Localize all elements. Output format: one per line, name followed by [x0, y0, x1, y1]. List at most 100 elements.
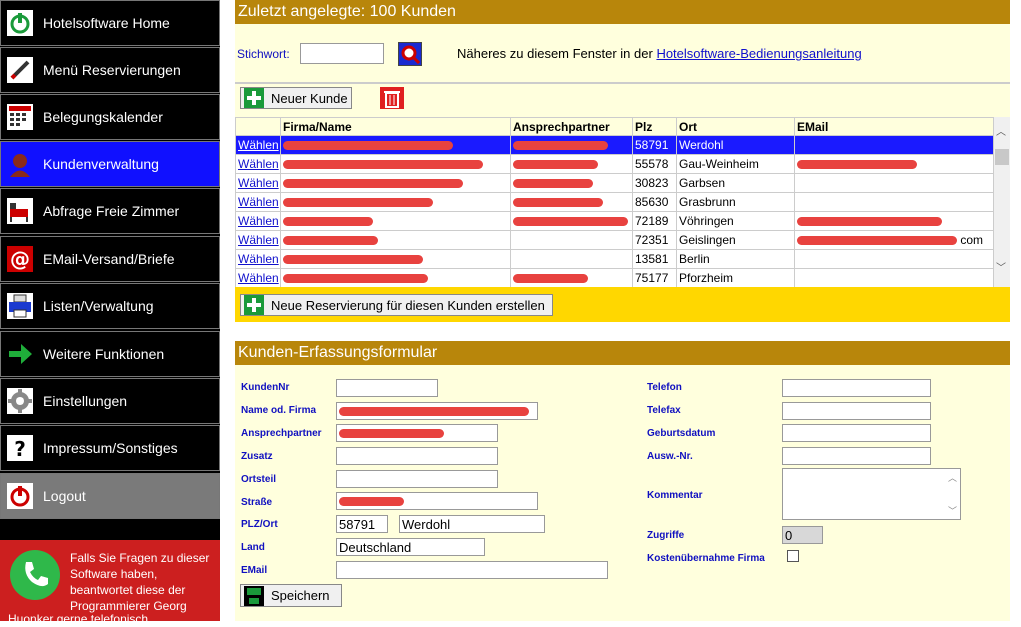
- name-field[interactable]: [336, 402, 538, 420]
- plus-icon: [243, 88, 265, 108]
- email-cell: [794, 249, 994, 269]
- sidebar-item-einstellungen[interactable]: Einstellungen: [0, 378, 220, 424]
- table-header-row: Firma/Name Ansprechpartner Plz Ort EMail: [235, 117, 994, 136]
- scroll-down-icon[interactable]: ﹀: [948, 504, 957, 517]
- table-row[interactable]: Wählen 85630 Grasbrunn: [235, 192, 994, 212]
- email-cell: [794, 173, 994, 193]
- plz-cell: 58791: [632, 135, 677, 155]
- redacted-contact: [510, 192, 633, 212]
- printer-icon: [5, 291, 35, 321]
- help-box: Falls Sie Fragen zu dieser Software habe…: [0, 540, 220, 626]
- sidebar-item-kundenverwaltung[interactable]: Kundenverwaltung: [0, 141, 220, 187]
- select-link[interactable]: Wählen: [238, 271, 279, 285]
- sidebar-item-label: Weitere Funktionen: [43, 346, 165, 362]
- table-row[interactable]: Wählen 30823 Garbsen: [235, 173, 994, 193]
- new-customer-button[interactable]: Neuer Kunde: [240, 87, 352, 109]
- email-cell: [794, 268, 994, 287]
- ort-cell: Garbsen: [676, 173, 795, 193]
- sidebar-item-reservierungen[interactable]: Menü Reservierungen: [0, 47, 220, 93]
- plz-cell: 30823: [632, 173, 677, 193]
- strasse-field[interactable]: [336, 492, 538, 510]
- telefax-label: Telefax: [647, 405, 681, 416]
- select-link[interactable]: Wählen: [238, 176, 279, 190]
- search-label: Stichwort:: [237, 47, 290, 61]
- room-icon: [5, 196, 35, 226]
- zusatz-label: Zusatz: [241, 451, 273, 462]
- select-link[interactable]: Wählen: [238, 195, 279, 209]
- plz-cell: 75177: [632, 268, 677, 287]
- pencil-icon: [5, 55, 35, 85]
- sidebar-item-label: Kundenverwaltung: [43, 156, 159, 172]
- divider: [235, 82, 1010, 84]
- trash-icon: [384, 91, 400, 108]
- sidebar-item-freie-zimmer[interactable]: Abfrage Freie Zimmer: [0, 188, 220, 234]
- kommentar-field[interactable]: ︿ ﹀: [782, 468, 961, 520]
- select-link[interactable]: Wählen: [238, 157, 279, 171]
- table-row[interactable]: Wählen 55578 Gau-Weinheim: [235, 154, 994, 174]
- table-row[interactable]: Wählen 58791 Werdohl: [235, 135, 994, 155]
- ort-cell: Grasbrunn: [676, 192, 795, 212]
- email-field[interactable]: [336, 561, 608, 579]
- scroll-up-icon[interactable]: ︿: [996, 123, 1006, 138]
- column-header: Firma/Name: [280, 117, 511, 136]
- svg-text:@: @: [10, 247, 30, 271]
- sidebar-item-email-versand[interactable]: @ EMail-Versand/Briefe: [0, 236, 220, 282]
- new-customer-label: Neuer Kunde: [271, 90, 348, 106]
- select-link[interactable]: Wählen: [238, 252, 279, 266]
- sidebar-item-listen[interactable]: Listen/Verwaltung: [0, 283, 220, 329]
- scroll-up-icon[interactable]: ︿: [948, 471, 957, 484]
- table-row[interactable]: Wählen 72189 Vöhringen: [235, 211, 994, 231]
- sidebar-item-weitere-funktionen[interactable]: Weitere Funktionen: [0, 331, 220, 377]
- phone-icon: [10, 550, 60, 600]
- kosten-checkbox[interactable]: [787, 550, 799, 562]
- sidebar-item-logout[interactable]: Logout: [0, 473, 220, 519]
- redacted-contact: [510, 154, 633, 174]
- table-row[interactable]: Wählen 75177 Pforzheim: [235, 268, 994, 287]
- ort-field[interactable]: [399, 515, 545, 533]
- ortsteil-field[interactable]: [336, 470, 498, 488]
- ansprechpartner-field[interactable]: [336, 424, 498, 442]
- empty-contact: [510, 230, 633, 250]
- delete-button[interactable]: [380, 87, 404, 109]
- empty-contact: [510, 249, 633, 269]
- manual-link[interactable]: Hotelsoftware-Bedienungsanleitung: [656, 46, 861, 61]
- customers-panel: Stichwort: Näheres zu diesem Fenster in …: [235, 24, 1010, 322]
- sidebar-item-label: Einstellungen: [43, 393, 128, 409]
- sidebar-item-belegungskalender[interactable]: Belegungskalender: [0, 94, 220, 140]
- table-scrollbar[interactable]: ︿ ﹀: [994, 117, 1010, 287]
- scroll-thumb[interactable]: [995, 149, 1009, 165]
- search-icon: [401, 45, 421, 65]
- select-link[interactable]: Wählen: [238, 138, 279, 152]
- info-text: Näheres zu diesem Fenster in der Hotelso…: [457, 46, 862, 61]
- customers-header: Zuletzt angelegte: 100 Kunden: [235, 0, 1010, 24]
- table-row[interactable]: Wählen 13581 Berlin: [235, 249, 994, 269]
- search-input[interactable]: [300, 43, 384, 64]
- telefax-field[interactable]: [782, 402, 931, 420]
- telefon-field[interactable]: [782, 379, 931, 397]
- new-reservation-label: Neue Reservierung für diesen Kunden erst…: [271, 297, 545, 313]
- zusatz-field[interactable]: [336, 447, 498, 465]
- name-label: Name od. Firma: [241, 405, 317, 416]
- kosten-label: Kostenübernahme Firma: [647, 553, 765, 564]
- save-button[interactable]: Speichern: [240, 584, 342, 607]
- search-button[interactable]: [398, 42, 422, 66]
- scroll-down-icon[interactable]: ﹀: [996, 259, 1006, 274]
- select-link[interactable]: Wählen: [238, 233, 279, 247]
- table-row[interactable]: Wählen 72351 Geislingen com: [235, 230, 994, 250]
- new-reservation-button[interactable]: Neue Reservierung für diesen Kunden erst…: [240, 294, 553, 316]
- kundennr-field[interactable]: [336, 379, 438, 397]
- sidebar: Hotelsoftware Home Menü Reservierungen B…: [0, 0, 220, 626]
- column-header: [235, 117, 281, 136]
- redacted-contact: [510, 268, 633, 287]
- sidebar-item-home[interactable]: Hotelsoftware Home: [0, 0, 220, 46]
- land-field[interactable]: [336, 538, 485, 556]
- zugriffe-label: Zugriffe: [647, 530, 685, 541]
- geburtsdatum-field[interactable]: [782, 424, 931, 442]
- ausw-field[interactable]: [782, 447, 931, 465]
- sidebar-item-impressum[interactable]: ? Impressum/Sonstiges: [0, 425, 220, 471]
- power-icon: [5, 481, 35, 511]
- plz-field[interactable]: [336, 515, 388, 533]
- select-link[interactable]: Wählen: [238, 214, 279, 228]
- column-header: Plz: [632, 117, 677, 136]
- email-cell: [794, 135, 994, 155]
